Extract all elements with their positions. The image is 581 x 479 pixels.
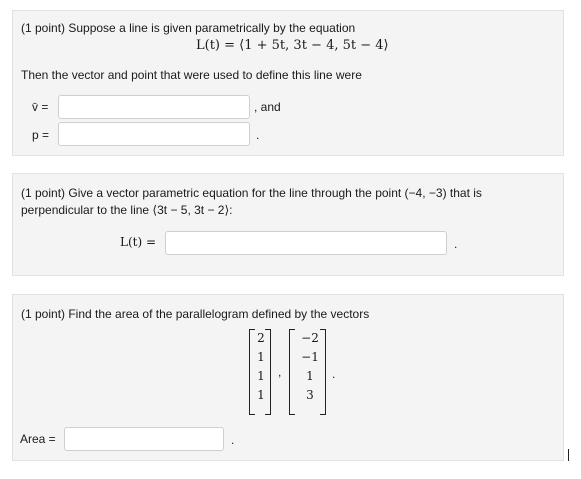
p-input[interactable] [58,122,250,146]
problem-1-equation: L(t) = ⟨1 + 5t, 3t − 4, 5t − 4⟩ [196,38,389,53]
vector-2-entry: 1 [306,369,314,383]
vectors-period: . [332,367,336,381]
problem-1-instruction: Then the vector and point that were used… [21,68,362,82]
area-label: Area = [20,432,56,446]
vector-2-left-bracket [289,329,295,415]
area-period: . [231,433,235,447]
vector-2-entry: −2 [301,331,319,345]
vector-2-entry: 3 [306,388,314,402]
l-input[interactable] [165,231,447,255]
vector-1-right-bracket [265,329,271,415]
v-input[interactable] [58,95,250,119]
vector-2-right-bracket [320,329,326,415]
text-cursor [568,449,569,461]
problem-1-prompt: (1 point) Suppose a line is given parame… [21,21,356,35]
problem-3-prompt: (1 point) Find the area of the parallelo… [21,307,370,321]
problem-2-prompt-line-1: (1 point) Give a vector parametric equat… [21,186,482,200]
problem-2-panel: (1 point) Give a vector parametric equat… [12,173,564,276]
problem-1-panel: (1 point) Suppose a line is given parame… [12,10,564,156]
p-label: p = [32,128,50,142]
l-label: L(t) = [120,235,157,249]
l-period: . [454,237,458,251]
problem-2-prompt-line-2: perpendicular to the line ⟨3t − 5, 3t − … [21,203,233,217]
and-text: , and [254,100,281,114]
vector-separator-comma: , [278,365,282,379]
v-label: v̄ = [32,100,49,114]
area-input[interactable] [64,427,224,451]
problem-3-panel: (1 point) Find the area of the parallelo… [12,294,564,461]
p-period: . [256,128,260,142]
vector-2-entry: −1 [301,350,319,364]
